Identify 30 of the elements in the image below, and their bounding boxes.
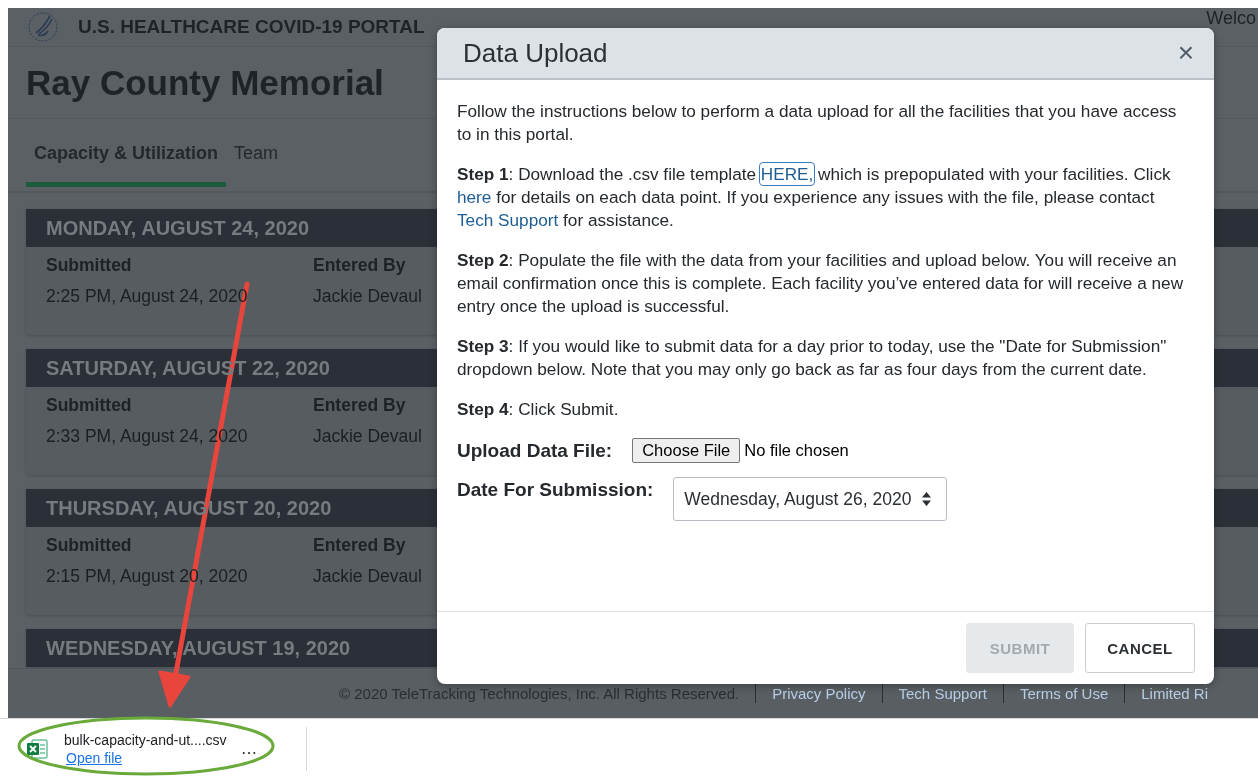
date-select[interactable]: Wednesday, August 26, 2020 — [673, 477, 948, 521]
file-status-text: No file chosen — [744, 441, 849, 460]
portal-title: U.S. HEALTHCARE COVID-19 PORTAL — [78, 16, 425, 38]
field-label: Submitted — [46, 255, 132, 276]
open-file-link[interactable]: Open file — [66, 749, 123, 766]
spreadsheet-file-icon — [26, 737, 48, 760]
footer-link[interactable]: Terms of Use — [1019, 684, 1109, 702]
instruction-paragraph: Step 2: Populate the file with the data from your facilities and upload below. You will receive an email confirmation once this is complete. Each facility you’ve entered data for will receive a new entry once the upload is successful. — [457, 249, 1185, 318]
footer-link[interactable]: Limited Ri — [1141, 684, 1208, 702]
welcome-text: Welco — [1206, 8, 1256, 28]
sort-arrows-icon — [921, 491, 933, 507]
field-label: Submitted — [46, 535, 132, 556]
text-link[interactable]: here — [457, 187, 492, 207]
choose-file-button[interactable]: Choose File — [632, 438, 741, 463]
cancel-button[interactable]: CANCEL — [1085, 623, 1195, 673]
field-value: Jackie Devaul — [313, 286, 422, 307]
field-label: Upload Data File: — [457, 439, 613, 462]
field-value: Jackie Devaul — [313, 426, 422, 447]
file-name: bulk-capacity-and-ut....csv — [64, 731, 227, 748]
text-link[interactable]: Tech Support — [457, 210, 559, 230]
text-link[interactable]: HERE, — [760, 164, 814, 184]
field-label: Entered By — [313, 535, 406, 556]
field-value: Jackie Devaul — [313, 566, 422, 587]
field-label: Submitted — [46, 395, 132, 416]
footer-link[interactable]: Privacy Policy — [772, 684, 866, 702]
field-label: Entered By — [313, 395, 406, 416]
footer-link[interactable]: Tech Support — [898, 684, 987, 702]
instruction-paragraph: Step 4: Click Submit. — [457, 398, 620, 421]
field-label: Entered By — [313, 255, 406, 276]
more-options-button[interactable]: ⋯ — [240, 743, 257, 762]
